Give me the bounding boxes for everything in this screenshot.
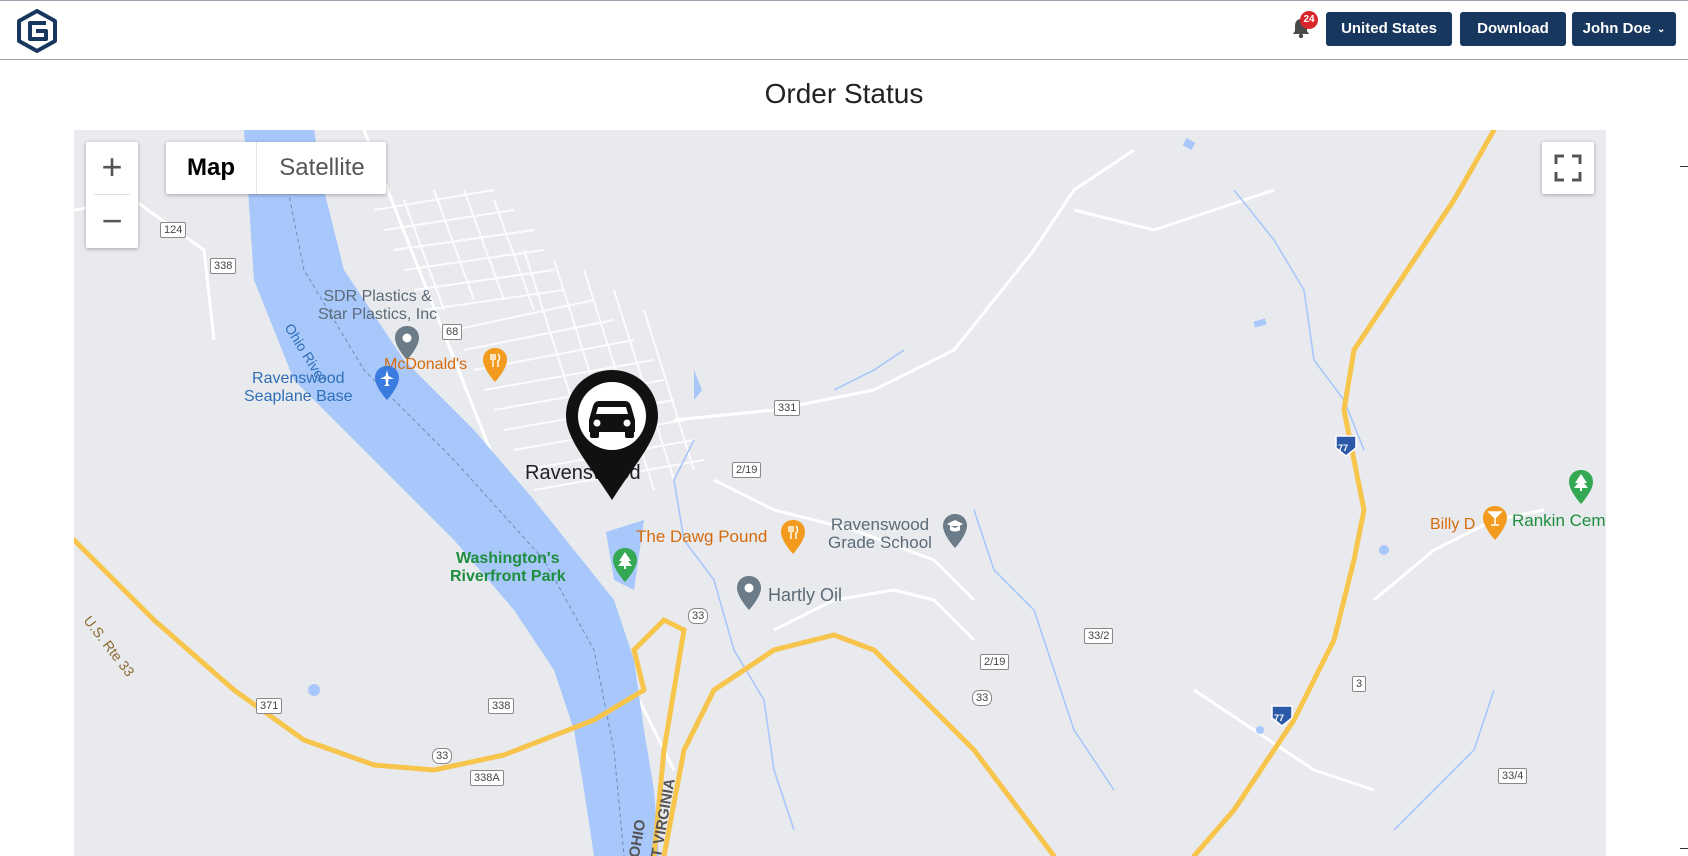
route-shield-371: 371 — [256, 698, 283, 714]
map-type-satellite-tab[interactable]: Satellite — [256, 142, 387, 194]
fullscreen-button[interactable] — [1542, 142, 1594, 194]
route-shield-33-4: 33/4 — [1498, 768, 1528, 784]
zoom-out-button[interactable]: − — [86, 196, 138, 248]
route-shield-2-19-b: 2/19 — [980, 654, 1010, 670]
map-type-map-tab[interactable]: Map — [166, 142, 256, 194]
restaurant-pin-icon[interactable] — [482, 348, 508, 382]
country-button[interactable]: United States — [1326, 12, 1452, 46]
poi-dawg-pound-label: The Dawg Pound — [636, 527, 768, 546]
poi-riverfront-line2: Riverfront Park — [450, 568, 566, 585]
car-marker-icon[interactable] — [562, 368, 662, 502]
zoom-in-button[interactable]: + — [86, 142, 138, 194]
map-canvas[interactable] — [74, 130, 1606, 856]
app-logo[interactable] — [15, 9, 59, 53]
poi-grade-school-label: Ravenswood Grade School — [828, 516, 932, 552]
notification-badge: 24 — [1300, 11, 1318, 29]
bar-pin-icon[interactable] — [1482, 506, 1508, 540]
zoom-control: + − — [86, 142, 138, 248]
route-shield-331: 331 — [774, 400, 801, 416]
header: 24 United States Download John Doe ⌄ — [0, 1, 1688, 60]
school-pin-icon[interactable] — [942, 514, 968, 548]
poi-sdr-line1: SDR Plastics & — [323, 288, 432, 305]
poi-sdr-plastics-label: SDR Plastics & Star Plastics, Inc — [318, 288, 437, 324]
park-pin-icon-2[interactable] — [1568, 470, 1594, 504]
route-shield-3: 3 — [1352, 676, 1367, 692]
map-type-control: Map Satellite — [166, 142, 386, 194]
map-view[interactable]: 77 77 124 338 68 331 2/19 33 33/2 2/19 3… — [74, 130, 1606, 856]
poi-rankin-label: Rankin Cem — [1512, 511, 1606, 530]
route-shield-338-b: 338 — [488, 698, 515, 714]
route-shield-338: 338 — [210, 258, 237, 274]
user-name: John Doe — [1582, 20, 1651, 37]
page-title: Order Status — [764, 78, 924, 109]
park-pin-icon[interactable] — [612, 548, 638, 582]
airport-pin-icon[interactable] — [374, 366, 400, 400]
route-shield-33-c: 33 — [432, 748, 453, 764]
poi-seaplane-line2: Seaplane Base — [244, 388, 353, 405]
route-shield-33: 33 — [688, 608, 709, 624]
poi-seaplane-line1: Ravenswood — [252, 370, 345, 387]
poi-billy-d-label: Billy D — [1430, 516, 1476, 533]
interstate-77-label-2: 77 — [1274, 713, 1285, 723]
place-pin-icon[interactable] — [394, 326, 420, 360]
poi-grade-school-line1: Ravenswood — [830, 515, 930, 534]
route-shield-2-19: 2/19 — [732, 462, 762, 478]
route-shield-33-2: 33/2 — [1084, 628, 1114, 644]
route-shield-68: 68 — [442, 324, 463, 340]
chevron-down-icon: ⌄ — [1656, 24, 1666, 35]
zoom-divider — [94, 194, 130, 195]
route-shield-124: 124 — [160, 222, 187, 238]
fullscreen-icon — [1554, 154, 1582, 182]
scroll-indicator-top — [1680, 166, 1688, 167]
scroll-indicator-bottom — [1680, 848, 1688, 849]
poi-seaplane-base-label: Ravenswood Seaplane Base — [244, 370, 353, 406]
poi-hartly-oil-label: Hartly Oil — [768, 585, 843, 605]
download-button[interactable]: Download — [1460, 12, 1566, 46]
restaurant-pin-icon-2[interactable] — [780, 520, 806, 554]
poi-riverfront-park-label: Washington's Riverfront Park — [450, 550, 566, 586]
route-shield-33-b: 33 — [972, 690, 993, 706]
user-menu-button[interactable]: John Doe ⌄ — [1572, 12, 1676, 46]
route-shield-338a: 338A — [470, 770, 504, 786]
place-pin-icon-2[interactable] — [736, 576, 762, 610]
poi-sdr-line2: Star Plastics, Inc — [318, 306, 438, 323]
interstate-77-label: 77 — [1338, 443, 1349, 453]
poi-riverfront-line1: Washington's — [455, 550, 560, 567]
poi-grade-school-line2: Grade School — [828, 533, 932, 552]
